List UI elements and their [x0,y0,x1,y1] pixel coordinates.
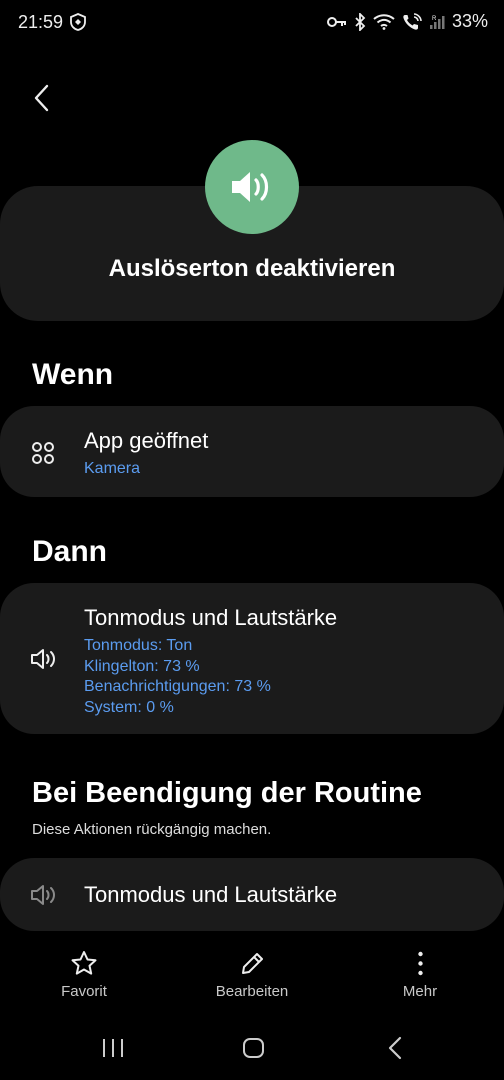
pencil-icon [241,953,263,974]
more-label: Mehr [402,983,438,1000]
then-heading: Dann [32,535,107,568]
more-button[interactable]: Mehr [390,950,450,1000]
status-bar: 21:59 R 33% [0,0,504,44]
detail-line: Tonmodus: Ton [84,637,193,654]
when-condition-card[interactable]: App geöffnet Kamera [0,406,504,497]
home-icon[interactable] [242,1037,266,1059]
speaker-icon [232,172,269,202]
shield-icon [70,13,86,31]
when-condition-title: App geöffnet [84,428,209,453]
star-icon [71,951,97,975]
wifi-icon [373,13,395,30]
key-icon [326,16,346,27]
system-navigation-bar [0,1030,504,1070]
volume-icon [31,885,55,905]
signal-icon: R [429,15,445,29]
on-end-action-card[interactable]: Tonmodus und Lautstärke [0,858,504,931]
recent-apps-icon[interactable] [101,1037,125,1059]
bottom-action-bar: Favorit Bearbeiten Mehr [0,950,504,1010]
then-action-title: Tonmodus und Lautstärke [84,605,338,630]
when-condition-detail: Kamera [84,460,141,477]
favorite-button[interactable]: Favorit [44,950,124,1000]
status-time: 21:59 [18,12,64,32]
back-button[interactable] [28,82,56,114]
detail-line: Benachrichtigungen: 73 % [84,678,271,695]
detail-line: Klingelton: 73 % [84,657,200,675]
back-nav-icon[interactable] [386,1036,406,1060]
when-heading: Wenn [32,358,114,391]
wifi-call-icon [403,12,422,30]
routine-title: Auslöserton deaktivieren [108,255,396,282]
edit-button[interactable]: Bearbeiten [202,950,302,1000]
on-end-action-title: Tonmodus und Lautstärke [84,882,338,907]
volume-icon [31,649,55,669]
then-action-card[interactable]: Tonmodus und Lautstärke Tonmodus: Ton Kl… [0,583,504,734]
edit-label: Bearbeiten [215,983,289,1000]
routine-icon-circle[interactable] [205,140,299,234]
battery-level: 33% [451,11,488,31]
bluetooth-icon [355,12,366,31]
on-end-note: Diese Aktionen rückgängig machen. [32,821,272,838]
on-end-heading: Bei Beendigung der Routine [32,777,422,809]
then-action-details: Tonmodus: Ton Klingelton: 73 % Benachric… [84,636,271,718]
svg-text:R: R [432,16,437,22]
detail-line: System: 0 % [84,698,174,716]
favorite-label: Favorit [61,983,107,1000]
more-vertical-icon [417,951,423,976]
apps-icon [32,442,54,464]
